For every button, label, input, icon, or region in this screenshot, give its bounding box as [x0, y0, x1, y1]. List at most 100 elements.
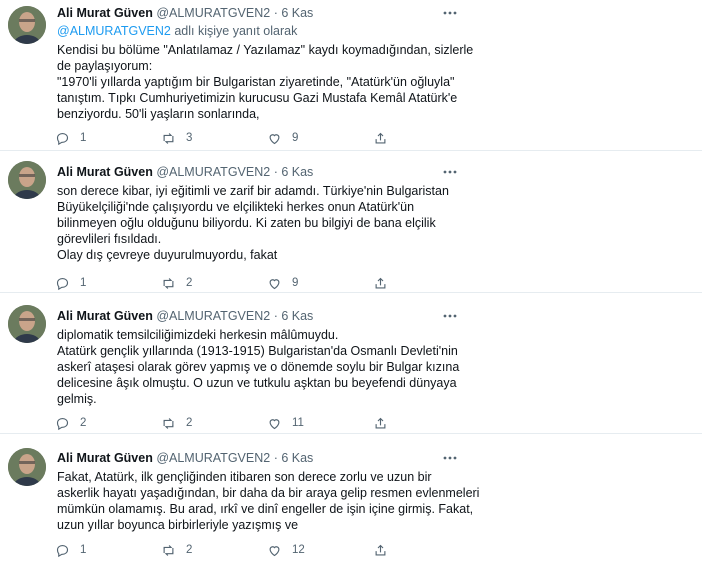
author-name[interactable]: Ali Murat Güven: [57, 6, 153, 20]
tweet-text: diplomatik temsilciliğimizdeki herkesin …: [57, 327, 459, 407]
tweet-text-line: Fakat, Atatürk, ilk gençliğinden itibare…: [57, 470, 432, 484]
tweet-text-line: Büyükelçiliği'nde çalışıyordu ve elçilik…: [57, 200, 415, 214]
tweet-date[interactable]: 6 Kas: [281, 451, 313, 465]
tweet-actions: 2 2 11: [55, 414, 386, 432]
author-name[interactable]: Ali Murat Güven: [57, 309, 153, 323]
retweet-icon: [163, 132, 174, 144]
tweet-text-line: gelmiş.: [57, 392, 97, 406]
author-name[interactable]: Ali Murat Güven: [57, 165, 153, 179]
reply-button[interactable]: 2: [55, 414, 86, 432]
like-count: 9: [292, 277, 299, 289]
tweet-text-line: askerlik hayatı yaşadığından, bir daha d…: [57, 486, 480, 500]
tweet-header: Ali Murat Güven @ALMURATGVEN2 · 6 Kas: [57, 309, 313, 323]
retweet-count: 2: [186, 417, 193, 429]
tweet-text-line: bilinmeyen oğlu olduğunu biliyordu. Ki z…: [57, 216, 436, 230]
reply-button[interactable]: 1: [55, 541, 86, 559]
retweet-button[interactable]: 2: [161, 414, 192, 432]
more-icon[interactable]: [442, 311, 458, 321]
tweet-text-line: uzun yıllar boyunca birbirleriyle yazışm…: [57, 518, 299, 532]
like-count: 11: [292, 417, 304, 429]
like-icon: [269, 545, 280, 556]
tweet-text-line: diplomatik temsilciliğimizdeki herkesin …: [57, 328, 339, 342]
tweet-actions: 1 2 12: [55, 541, 386, 559]
share-icon: [375, 132, 386, 143]
tweet-text-line: tanıştım. Tıpkı Cumhuriyetimizin kurucus…: [57, 91, 458, 105]
reply-context-text: adlı kişiye yanıt olarak: [170, 24, 298, 38]
tweet-text: Fakat, Atatürk, ilk gençliğinden itibare…: [57, 469, 480, 533]
like-button[interactable]: 11: [267, 414, 304, 432]
retweet-button[interactable]: 3: [161, 129, 192, 147]
reply-icon: [56, 132, 69, 145]
like-button[interactable]: 9: [267, 274, 298, 292]
reply-icon: [56, 277, 69, 290]
tweet-text: son derece kibar, iyi eğitimli ve zarif …: [57, 183, 457, 263]
tweet-date[interactable]: 6 Kas: [281, 6, 313, 20]
retweet-count: 2: [186, 544, 193, 556]
share-icon: [375, 417, 386, 428]
share-button[interactable]: [373, 129, 398, 147]
tweet-text-line: "1970'li yıllarda yaptığım bir Bulgarist…: [57, 75, 455, 89]
like-count: 9: [292, 132, 299, 144]
like-button[interactable]: 12: [267, 541, 305, 559]
like-button[interactable]: 9: [267, 129, 298, 147]
more-icon[interactable]: [442, 453, 458, 463]
separator-dot: ·: [273, 451, 278, 465]
retweet-button[interactable]: 2: [161, 541, 192, 559]
tweet-text-line: son derece kibar, iyi eğitimli ve zarif …: [57, 184, 449, 198]
tweet-date[interactable]: 6 Kas: [281, 309, 313, 323]
reply-mention-link[interactable]: @ALMURATGVEN2: [57, 24, 171, 38]
retweet-count: 3: [186, 132, 193, 144]
tweet-text-line: de paylaşıyorum:: [57, 59, 153, 73]
reply-count: 1: [80, 277, 87, 289]
retweet-count: 2: [186, 277, 193, 289]
tweet-date[interactable]: 6 Kas: [281, 165, 313, 179]
avatar[interactable]: [8, 305, 46, 343]
tweet[interactable]: Ali Murat Güven @ALMURATGVEN2 · 6 Kas so…: [0, 151, 702, 293]
reply-count: 1: [80, 132, 87, 144]
avatar[interactable]: [8, 448, 46, 486]
separator-dot: ·: [273, 165, 278, 179]
tweet-text: Kendisi bu bölüme "Anlatılamaz / Yazılam…: [57, 42, 474, 122]
tweet-text-line: Olay dış çevreye duyurulmuyordu, fakat: [57, 248, 278, 262]
reply-button[interactable]: 1: [55, 274, 86, 292]
separator-dot: ·: [273, 6, 278, 20]
share-icon: [375, 544, 386, 555]
author-handle[interactable]: @ALMURATGVEN2: [156, 451, 270, 465]
reply-button[interactable]: 1: [55, 129, 86, 147]
tweet-header: Ali Murat Güven @ALMURATGVEN2 · 6 Kas: [57, 165, 313, 179]
tweet-header: Ali Murat Güven @ALMURATGVEN2 · 6 Kas: [57, 451, 313, 465]
author-handle[interactable]: @ALMURATGVEN2: [156, 6, 270, 20]
author-handle[interactable]: @ALMURATGVEN2: [156, 309, 270, 323]
tweet-header: Ali Murat Güven @ALMURATGVEN2 · 6 Kas: [57, 6, 313, 20]
tweet-text-line: mümkün olamamış. Bu arad, ırkî ve dinî e…: [57, 502, 474, 516]
reply-icon: [56, 417, 69, 430]
reply-count: 1: [80, 544, 87, 556]
tweet-text-line: benziyordu. 50'li yaşların sonlarında,: [57, 107, 260, 121]
tweet-text-line: görevlileri fısıldadı.: [57, 232, 162, 246]
tweet[interactable]: Ali Murat Güven @ALMURATGVEN2 · 6 Kas Fa…: [0, 434, 702, 564]
retweet-icon: [163, 417, 174, 429]
share-icon: [375, 277, 386, 288]
tweet-actions: 1 3 9: [55, 129, 386, 147]
tweet[interactable]: Ali Murat Güven @ALMURATGVEN2 · 6 Kas di…: [0, 292, 702, 434]
tweet-actions: 1 2 9: [55, 274, 386, 292]
share-button[interactable]: [373, 274, 398, 292]
like-icon: [269, 278, 280, 289]
author-handle[interactable]: @ALMURATGVEN2: [156, 165, 270, 179]
share-button[interactable]: [373, 541, 398, 559]
retweet-icon: [163, 277, 174, 289]
tweet-text-line: Atatürk gençlik yıllarında (1913-1915) B…: [57, 344, 458, 358]
like-icon: [269, 133, 280, 144]
like-count: 12: [292, 544, 305, 556]
author-name[interactable]: Ali Murat Güven: [57, 451, 153, 465]
share-button[interactable]: [373, 414, 398, 432]
tweet-text-line: Kendisi bu bölüme "Anlatılamaz / Yazılam…: [57, 43, 474, 57]
tweet[interactable]: Ali Murat Güven @ALMURATGVEN2 · 6 Kas @A…: [0, 0, 702, 151]
retweet-button[interactable]: 2: [161, 274, 192, 292]
avatar[interactable]: [8, 161, 46, 199]
more-icon[interactable]: [442, 167, 458, 177]
reply-icon: [56, 544, 69, 557]
retweet-icon: [163, 544, 174, 556]
more-icon[interactable]: [442, 8, 458, 18]
avatar[interactable]: [8, 6, 46, 44]
